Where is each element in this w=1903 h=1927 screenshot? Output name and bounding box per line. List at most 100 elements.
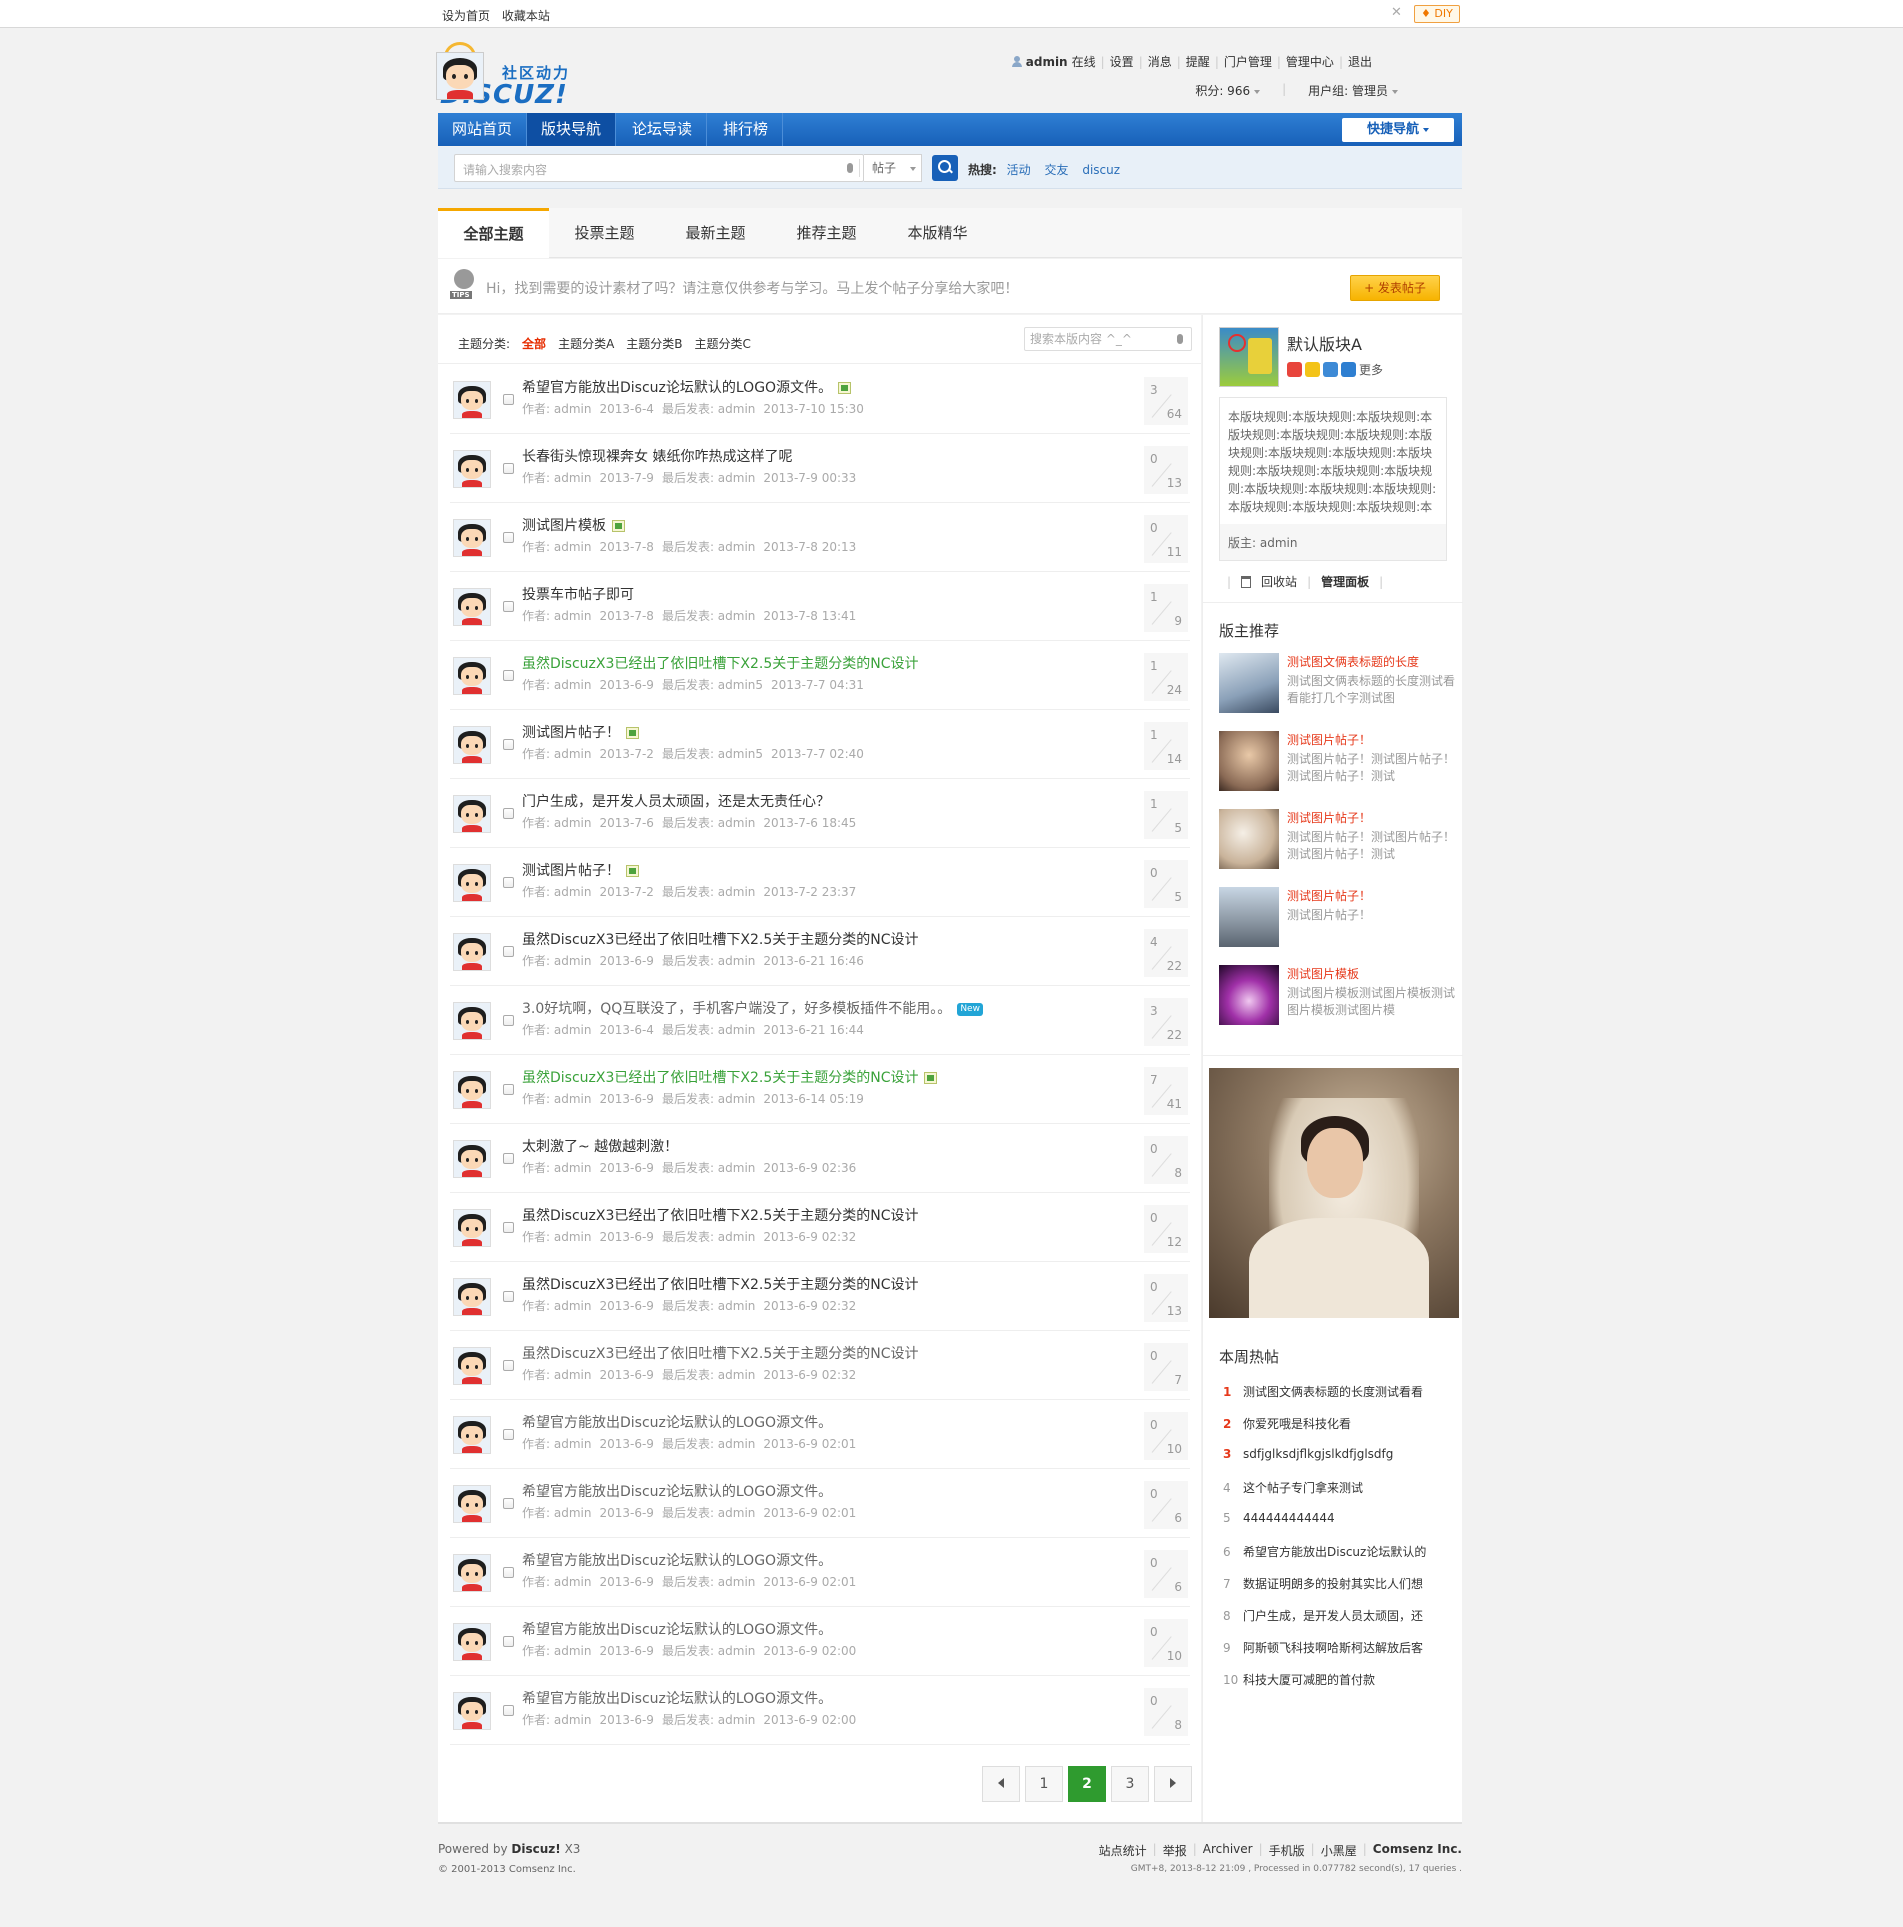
stats-link[interactable]: 站点统计 [1099,1842,1147,1859]
thread-checkbox[interactable] [503,1498,514,1509]
hot-keyword[interactable]: discuz [1082,163,1120,177]
table-row[interactable]: 测试图片帖子！ 作者: admin 2013-7-2 最后发表: admin5 2013… [450,710,1190,779]
new-post-button[interactable]: + 发表帖子 [1350,275,1440,301]
thread-checkbox[interactable] [503,1429,514,1440]
hot-thread-item[interactable]: 6 希望官方能放出Discuz论坛默认的 [1223,1543,1426,1560]
table-row[interactable]: 长春街头惊现裸奔女 婊纸你咋热成这样了呢 作者: admin 2013-7-9 最后发… [450,434,1190,503]
quick-nav-button[interactable]: 快捷导航 [1342,118,1454,142]
thread-last-poster[interactable]: 最后发表: admin [662,1299,755,1313]
author-avatar[interactable] [453,519,491,557]
author-avatar[interactable] [453,933,491,971]
credits-dropdown[interactable]: 积分: 966 [1195,82,1261,99]
author-avatar[interactable] [453,588,491,626]
thread-author[interactable]: 作者: admin [522,885,591,899]
thread-author[interactable]: 作者: admin [522,1299,591,1313]
author-avatar[interactable] [453,795,491,833]
table-row[interactable]: 希望官方能放出Discuz论坛默认的LOGO源文件。 作者: admin 2013-… [450,365,1190,434]
table-row[interactable]: 希望官方能放出Discuz论坛默认的LOGO源文件。 作者: admin 2013-… [450,1469,1190,1538]
thread-checkbox[interactable] [503,808,514,819]
thread-checkbox[interactable] [503,1222,514,1233]
thread-title[interactable]: 虽然DiscuzX3已经出了依旧吐槽下X2.5关于主题分类的NC设计 [522,1274,918,1294]
category-c[interactable]: 主题分类C [695,329,751,359]
author-avatar[interactable] [453,1416,491,1454]
thread-last-poster[interactable]: 最后发表: admin [662,402,755,416]
table-row[interactable]: 虽然DiscuzX3已经出了依旧吐槽下X2.5关于主题分类的NC设计 作者: ad… [450,1193,1190,1262]
portal-admin-link[interactable]: 门户管理 [1224,53,1272,70]
hot-thread-item[interactable]: 2 你爱死哦是科技化看 [1223,1415,1351,1432]
microphone-icon[interactable] [1177,334,1183,344]
author-avatar[interactable] [453,726,491,764]
thread-checkbox[interactable] [503,1567,514,1578]
username-link[interactable]: admin [1026,55,1068,69]
thread-last-poster[interactable]: 最后发表: admin [662,1575,755,1589]
nav-ranking[interactable]: 排行榜 [709,113,784,146]
thread-title[interactable]: 虽然DiscuzX3已经出了依旧吐槽下X2.5关于主题分类的NC设计 [522,1205,918,1225]
thread-title[interactable]: 虽然DiscuzX3已经出了依旧吐槽下X2.5关于主题分类的NC设计 [522,1067,938,1087]
plus-icon[interactable] [1341,362,1356,377]
thread-last-poster[interactable]: 最后发表: admin [662,1437,755,1451]
archiver-link[interactable]: Archiver [1203,1842,1253,1859]
thread-last-poster[interactable]: 最后发表: admin [662,954,755,968]
recommend-item[interactable]: 测试图片模板 测试图片模板测试图片模板测试图片模板测试图片模 [1219,965,1455,1027]
author-avatar[interactable] [453,657,491,695]
thread-title[interactable]: 门户生成，是开发人员太顽固，还是太无责任心？ [522,791,830,811]
thread-author[interactable]: 作者: admin [522,1575,591,1589]
thread-title[interactable]: 希望官方能放出Discuz论坛默认的LOGO源文件。 [522,1481,832,1501]
qzone-icon[interactable] [1305,362,1320,377]
search-type-select[interactable]: 帖子 [864,154,922,182]
thread-last-poster[interactable]: 最后发表: admin5 [662,747,763,761]
author-avatar[interactable] [453,1140,491,1178]
thread-checkbox[interactable] [503,1705,514,1716]
table-row[interactable]: 投票车市帖子即可 作者: admin 2013-7-8 最后发表: admin 2013… [450,572,1190,641]
table-row[interactable]: 希望官方能放出Discuz论坛默认的LOGO源文件。 作者: admin 2013-… [450,1538,1190,1607]
forum-search-input[interactable]: 搜索本版内容 ^_^ [1024,327,1192,351]
thread-checkbox[interactable] [503,1636,514,1647]
thread-checkbox[interactable] [503,1291,514,1302]
featured-photo[interactable] [1209,1068,1459,1318]
thread-checkbox[interactable] [503,670,514,681]
thread-author[interactable]: 作者: admin [522,678,591,692]
author-avatar[interactable] [453,1554,491,1592]
thread-checkbox[interactable] [503,532,514,543]
thread-author[interactable]: 作者: admin [522,747,591,761]
manage-panel-link[interactable]: 管理面板 [1321,573,1369,590]
thread-last-poster[interactable]: 最后发表: admin [662,816,755,830]
nav-home[interactable]: 网站首页 [438,113,528,146]
thread-last-poster[interactable]: 最后发表: admin [662,471,755,485]
tab-recommended[interactable]: 推荐主题 [771,208,882,258]
thread-checkbox[interactable] [503,1360,514,1371]
tab-poll[interactable]: 投票主题 [549,208,660,258]
page-button[interactable]: 1 [1025,1766,1063,1802]
thread-author[interactable]: 作者: admin [522,816,591,830]
thread-author[interactable]: 作者: admin [522,954,591,968]
thread-author[interactable]: 作者: admin [522,1023,591,1037]
author-avatar[interactable] [453,381,491,419]
author-avatar[interactable] [453,1347,491,1385]
thread-author[interactable]: 作者: admin [522,1437,591,1451]
diy-button[interactable]: ♦ DIY [1414,5,1460,23]
thread-title[interactable]: 测试图片模板 [522,515,625,535]
notifications-link[interactable]: 提醒 [1186,53,1210,70]
thread-title[interactable]: 太刺激了~ 越傲越刺激！ [522,1136,678,1156]
author-avatar[interactable] [453,864,491,902]
thread-checkbox[interactable] [503,877,514,888]
thread-last-poster[interactable]: 最后发表: admin5 [662,678,763,692]
table-row[interactable]: 虽然DiscuzX3已经出了依旧吐槽下X2.5关于主题分类的NC设计 作者: ad… [450,1055,1190,1124]
thread-last-poster[interactable]: 最后发表: admin [662,1230,755,1244]
hot-thread-item[interactable]: 8 门户生成，是开发人员太顽固，还 [1223,1607,1423,1624]
thread-title[interactable]: 希望官方能放出Discuz论坛默认的LOGO源文件。 [522,1688,832,1708]
thread-last-poster[interactable]: 最后发表: admin [662,1368,755,1382]
author-avatar[interactable] [453,1209,491,1247]
tab-all[interactable]: 全部主题 [438,208,549,258]
thread-title[interactable]: 希望官方能放出Discuz论坛默认的LOGO源文件。 [522,1412,832,1432]
thread-last-poster[interactable]: 最后发表: admin [662,885,755,899]
hot-thread-item[interactable]: 9 阿斯顿飞科技啊哈斯柯达解放后客 [1223,1639,1423,1656]
mobile-link[interactable]: 手机版 [1269,1842,1305,1859]
blacklist-link[interactable]: 小黑屋 [1321,1842,1357,1859]
author-avatar[interactable] [453,1623,491,1661]
hot-thread-item[interactable]: 1 测试图文俩表标题的长度测试看看 [1223,1383,1423,1400]
author-avatar[interactable] [453,450,491,488]
weibo-icon[interactable] [1287,362,1302,377]
nav-guide[interactable]: 论坛导读 [618,113,708,146]
search-button[interactable] [932,155,958,181]
